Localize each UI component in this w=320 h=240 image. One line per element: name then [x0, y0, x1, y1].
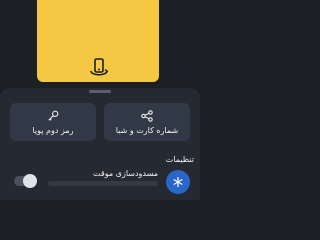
- card-preview-area: [0, 0, 200, 88]
- dynamic-second-password-button[interactable]: رمز دوم پویا: [10, 103, 96, 141]
- rotate-phone-icon[interactable]: [87, 56, 111, 80]
- dynamic-second-password-label: رمز دوم پویا: [32, 125, 74, 135]
- key-icon: [47, 110, 59, 122]
- snowflake-icon: [166, 170, 190, 194]
- card-detail-screen: شماره کارت و شبا رمز دوم پویا تنظیمات مس…: [0, 0, 200, 200]
- card-and-sheba-label: شماره کارت و شبا: [115, 125, 179, 135]
- temporary-block-description: [48, 181, 158, 186]
- temporary-block-label: مسدودسازی موقت: [93, 169, 158, 178]
- card-and-sheba-number-button[interactable]: شماره کارت و شبا: [104, 103, 190, 141]
- toggle-knob: [23, 174, 37, 188]
- settings-section-title: تنظیمات: [165, 155, 194, 164]
- bottom-sheet: شماره کارت و شبا رمز دوم پویا تنظیمات مس…: [0, 88, 200, 200]
- share-icon: [141, 109, 153, 122]
- sheet-drag-handle[interactable]: [89, 90, 111, 93]
- temporary-block-setting-row[interactable]: مسدودسازی موقت: [0, 168, 200, 200]
- temporary-block-toggle[interactable]: [14, 174, 37, 188]
